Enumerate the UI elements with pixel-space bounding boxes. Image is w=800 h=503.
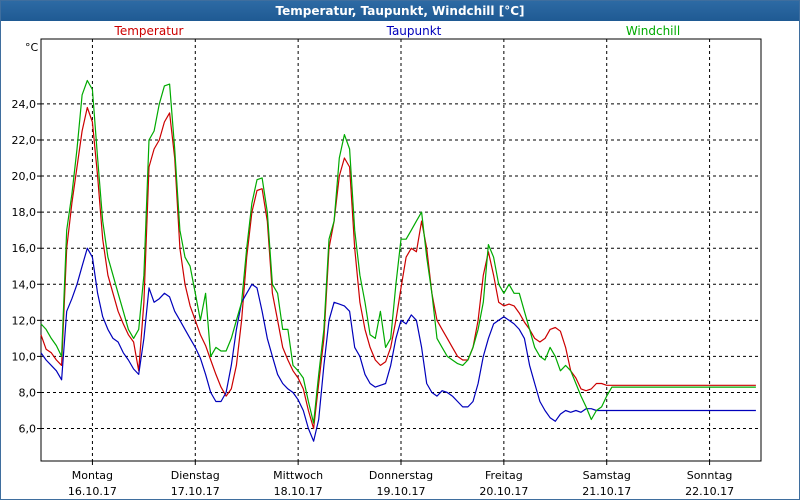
y-tick-label: 24,0: [12, 98, 37, 111]
legend-windchill: Windchill: [626, 24, 680, 38]
legend: Temperatur Taupunkt Windchill: [114, 24, 681, 38]
x-day-label: Donnerstag: [369, 469, 433, 482]
y-axis-label: °C: [25, 41, 39, 54]
x-day-label: Dienstag: [171, 469, 220, 482]
x-day-label: Freitag: [485, 469, 523, 482]
x-date-label: 22.10.17: [685, 485, 734, 498]
legend-taupunkt: Taupunkt: [386, 24, 442, 38]
x-day-label: Mittwoch: [273, 469, 323, 482]
x-day-label: Sonntag: [687, 469, 733, 482]
chart-window: Temperatur, Taupunkt, Windchill [°C] 6,0…: [0, 0, 800, 500]
y-tick-label: 16,0: [12, 242, 37, 255]
chart-area: 6,0 8,0 10,0 12,0 14,0 16,0 18,0 20,0 22,0 24,0 °C…: [1, 21, 799, 499]
y-tick-label: 12,0: [12, 314, 37, 327]
y-tick-label: 8,0: [19, 386, 37, 399]
x-date-label: 20.10.17: [479, 485, 528, 498]
x-date-label: 17.10.17: [171, 485, 220, 498]
x-date-label: 19.10.17: [377, 485, 426, 498]
x-date-label: 21.10.17: [582, 485, 631, 498]
y-tick-label: 22,0: [12, 134, 37, 147]
weather-chart: 6,0 8,0 10,0 12,0 14,0 16,0 18,0 20,0 22,0 24,0 °C…: [12, 24, 762, 498]
y-tick-label: 20,0: [12, 170, 37, 183]
y-tick-label: 18,0: [12, 206, 37, 219]
x-date-label: 18.10.17: [274, 485, 323, 498]
window-title: Temperatur, Taupunkt, Windchill [°C]: [1, 1, 799, 21]
x-date-label: 16.10.17: [68, 485, 117, 498]
x-day-label: Samstag: [583, 469, 631, 482]
legend-temperatur: Temperatur: [114, 24, 184, 38]
y-tick-label: 10,0: [12, 350, 37, 363]
y-tick-label: 14,0: [12, 278, 37, 291]
x-day-label: Montag: [72, 469, 113, 482]
y-tick-label: 6,0: [19, 423, 37, 436]
